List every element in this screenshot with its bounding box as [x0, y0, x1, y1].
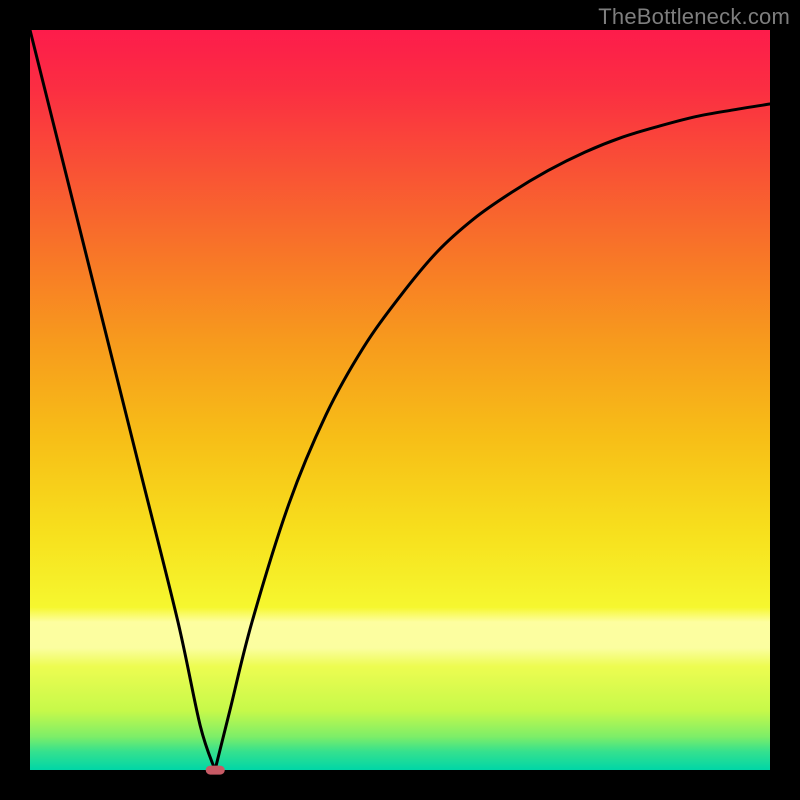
watermark-label: TheBottleneck.com	[598, 4, 790, 30]
chart-frame: TheBottleneck.com	[0, 0, 800, 800]
plot-area	[30, 30, 770, 770]
gradient-backdrop	[30, 30, 770, 770]
optimal-marker	[206, 766, 225, 775]
chart-svg	[30, 30, 770, 770]
